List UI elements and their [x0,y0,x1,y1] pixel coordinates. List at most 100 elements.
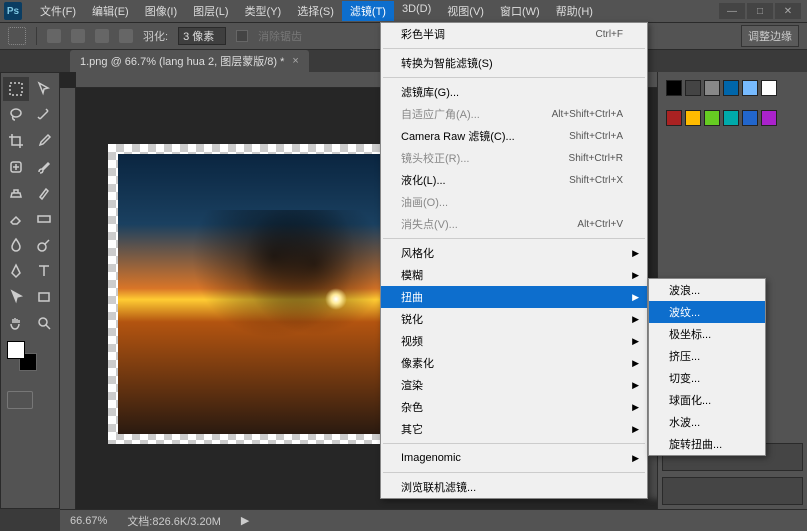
menu-item: 油画(O)... [381,191,647,213]
ruler-vertical [60,88,76,509]
eyedropper-tool[interactable] [31,129,57,153]
blur-tool[interactable] [3,233,29,257]
minimize-button[interactable]: — [719,3,745,19]
doc-size-value: 826.6K/3.20M [152,516,221,528]
menu-item[interactable]: Imagenomic▶ [381,447,647,469]
quick-mask-toggle[interactable] [7,391,33,409]
layer-row[interactable] [662,477,803,505]
selection-new-icon[interactable] [47,29,61,43]
app-logo: Ps [4,2,22,20]
menu-item-9[interactable]: 窗口(W) [492,1,548,21]
menu-item-0[interactable]: 文件(F) [32,1,84,21]
menu-item[interactable]: 其它▶ [381,418,647,440]
dodge-tool[interactable] [31,233,57,257]
submenu-item[interactable]: 水波... [649,411,765,433]
submenu-item[interactable]: 波浪... [649,279,765,301]
swatch[interactable] [742,110,758,126]
menu-item[interactable]: 滤镜库(G)... [381,81,647,103]
submenu-item[interactable]: 波纹... [649,301,765,323]
foreground-background-colors[interactable] [7,341,37,371]
submenu-item[interactable]: 球面化... [649,389,765,411]
swatch[interactable] [685,110,701,126]
menu-item-7[interactable]: 3D(D) [394,1,439,21]
feather-label: 羽化: [143,28,168,44]
crop-tool[interactable] [3,129,29,153]
menu-item[interactable]: 浏览联机滤镜... [381,476,647,498]
swatch[interactable] [723,110,739,126]
menubar: Ps 文件(F)编辑(E)图像(I)图层(L)类型(Y)选择(S)滤镜(T)3D… [0,0,807,22]
selection-subtract-icon[interactable] [95,29,109,43]
document-tab-title: 1.png @ 66.7% (lang hua 2, 图层蒙版/8) * [80,53,284,69]
menu-item-6[interactable]: 滤镜(T) [342,1,394,21]
maximize-button[interactable]: □ [747,3,773,19]
menu-item-2[interactable]: 图像(I) [137,1,185,21]
menu-item-1[interactable]: 编辑(E) [84,1,137,21]
pen-tool[interactable] [3,259,29,283]
swatch[interactable] [761,110,777,126]
menu-item[interactable]: 像素化▶ [381,352,647,374]
menu-item[interactable]: 模糊▶ [381,264,647,286]
clone-stamp-tool[interactable] [3,181,29,205]
chevron-right-icon: ▶ [632,292,639,303]
submenu-item[interactable]: 极坐标... [649,323,765,345]
swatch[interactable] [666,80,682,96]
menu-item[interactable]: 锐化▶ [381,308,647,330]
selection-intersect-icon[interactable] [119,29,133,43]
menu-item[interactable]: 扭曲▶ [381,286,647,308]
swatch[interactable] [704,80,720,96]
marquee-tool-preset[interactable] [8,27,26,45]
menu-item[interactable]: 风格化▶ [381,242,647,264]
antialias-checkbox[interactable] [236,30,248,42]
swatch[interactable] [666,110,682,126]
menu-item-3[interactable]: 图层(L) [185,1,236,21]
menu-item[interactable]: Camera Raw 滤镜(C)...Shift+Ctrl+A [381,125,647,147]
menu-item[interactable]: 液化(L)...Shift+Ctrl+X [381,169,647,191]
brush-tool[interactable] [31,155,57,179]
lasso-tool[interactable] [3,103,29,127]
menu-item-5[interactable]: 选择(S) [289,1,342,21]
swatch[interactable] [761,80,777,96]
menu-item-4[interactable]: 类型(Y) [237,1,290,21]
swatch[interactable] [742,80,758,96]
path-selection-tool[interactable] [3,285,29,309]
swatch[interactable] [704,110,720,126]
menu-item[interactable]: 视频▶ [381,330,647,352]
rectangle-tool[interactable] [31,285,57,309]
close-icon[interactable]: × [292,55,298,67]
chevron-right-icon: ▶ [632,248,639,259]
zoom-level[interactable]: 66.67% [70,515,107,527]
hand-tool[interactable] [3,311,29,335]
history-brush-tool[interactable] [31,181,57,205]
document-tab[interactable]: 1.png @ 66.7% (lang hua 2, 图层蒙版/8) * × [70,50,309,72]
type-tool[interactable] [31,259,57,283]
refine-edge-button[interactable]: 调整边缘 [741,25,799,47]
magic-wand-tool[interactable] [31,103,57,127]
menu-item[interactable]: 彩色半调Ctrl+F [381,23,647,45]
antialias-label: 消除锯齿 [258,28,302,44]
marquee-tool[interactable] [3,77,29,101]
gradient-tool[interactable] [31,207,57,231]
chevron-right-icon[interactable]: ▶ [241,514,249,527]
filter-menu-dropdown: 彩色半调Ctrl+F 转换为智能滤镜(S) 滤镜库(G)...自适应广角(A)...… [380,22,648,499]
menu-item[interactable]: 渲染▶ [381,374,647,396]
submenu-item[interactable]: 切变... [649,367,765,389]
swatch[interactable] [685,80,701,96]
selection-add-icon[interactable] [71,29,85,43]
chevron-right-icon: ▶ [632,380,639,391]
submenu-item[interactable]: 挤压... [649,345,765,367]
eraser-tool[interactable] [3,207,29,231]
doc-size-label: 文档: [127,516,152,528]
move-tool[interactable] [31,77,57,101]
menu-item: 自适应广角(A)...Alt+Shift+Ctrl+A [381,103,647,125]
menu-item[interactable]: 杂色▶ [381,396,647,418]
healing-brush-tool[interactable] [3,155,29,179]
swatch[interactable] [723,80,739,96]
chevron-right-icon: ▶ [632,270,639,281]
close-button[interactable]: ✕ [775,3,801,19]
feather-input[interactable] [178,27,226,45]
menu-item-8[interactable]: 视图(V) [439,1,492,21]
zoom-tool[interactable] [31,311,57,335]
menu-item-10[interactable]: 帮助(H) [548,1,601,21]
menu-item[interactable]: 转换为智能滤镜(S) [381,52,647,74]
submenu-item[interactable]: 旋转扭曲... [649,433,765,455]
